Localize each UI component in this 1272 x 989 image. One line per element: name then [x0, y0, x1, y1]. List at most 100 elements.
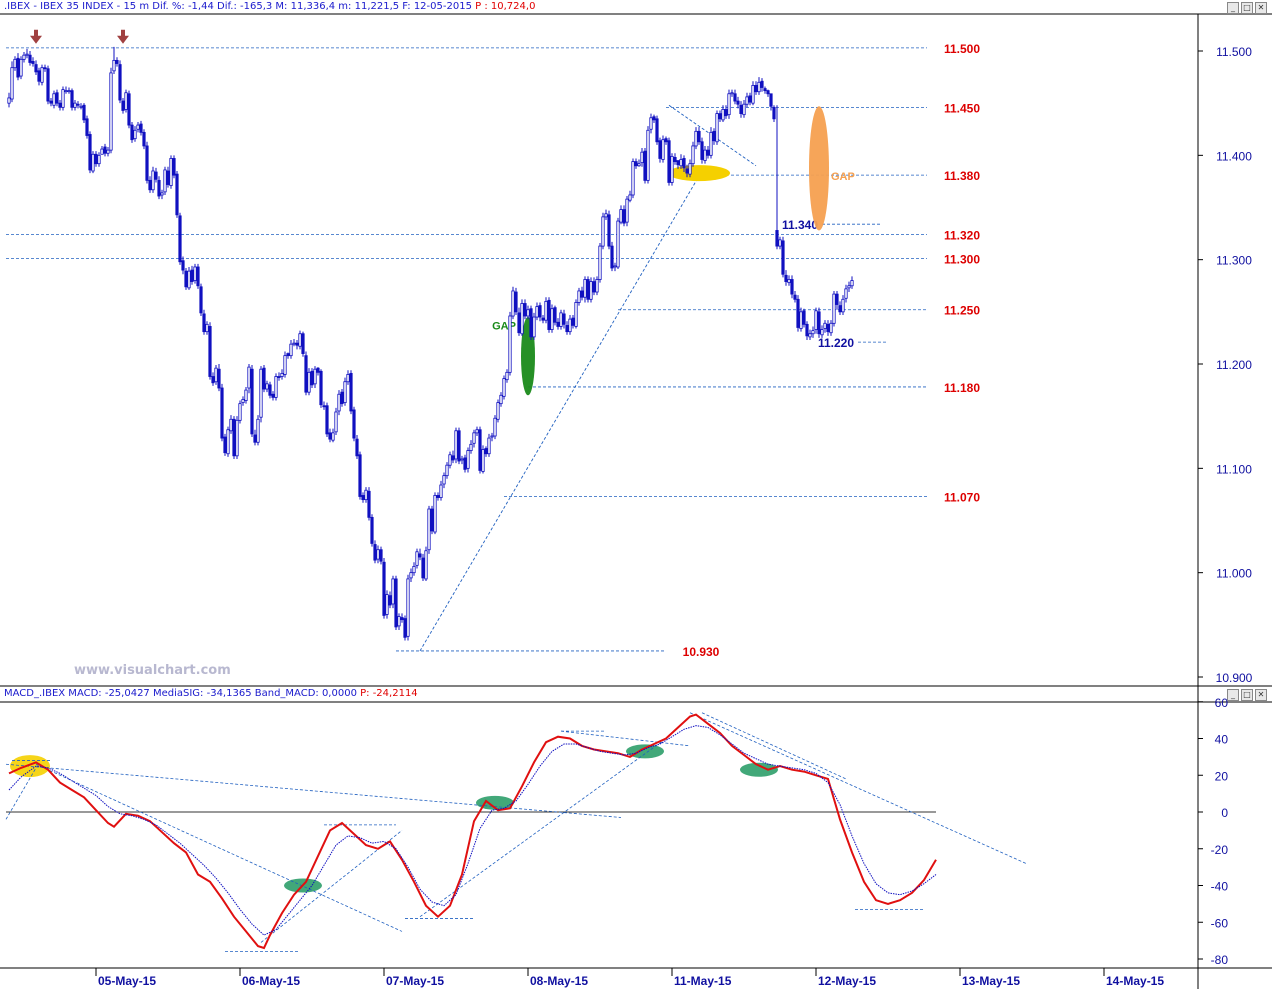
candle-body	[850, 280, 854, 287]
candle-body	[409, 572, 413, 579]
macd-info: MACD_.IBEX MACD: -25,0427 MediaSIG: -34,…	[4, 688, 357, 699]
candle-body	[724, 109, 728, 117]
x-tick-label: 13-May-15	[962, 974, 1020, 988]
candle-body	[265, 383, 269, 390]
candle-body	[406, 578, 410, 637]
candle-body	[442, 475, 446, 485]
minimize-button[interactable]: _	[1227, 2, 1239, 14]
candle-body	[79, 105, 83, 108]
macd-trendline	[689, 712, 1027, 864]
candle-body	[610, 245, 614, 269]
candle-body	[304, 355, 308, 393]
candle-body	[46, 68, 50, 102]
candle-body	[838, 305, 842, 313]
candle-body	[820, 329, 824, 336]
candle-body	[226, 429, 230, 455]
candle-body	[217, 368, 221, 389]
candle-body	[145, 145, 149, 181]
candle-body	[280, 372, 284, 377]
level-label: 11.450	[944, 101, 980, 115]
candle-body	[436, 495, 440, 498]
candle-body	[307, 371, 311, 393]
candle-body	[412, 566, 416, 574]
candle-body	[475, 429, 479, 434]
price-tick-label: 11.100	[1216, 462, 1252, 476]
candle-body	[259, 368, 263, 418]
candle-body	[712, 130, 716, 142]
close-button[interactable]: ✕	[1255, 2, 1267, 14]
candle-body	[160, 192, 164, 196]
candle-body	[460, 458, 464, 461]
candle-body	[487, 437, 491, 455]
candle-body	[271, 393, 275, 398]
candle-body	[361, 495, 365, 501]
macd-tick-label: 0	[1221, 806, 1228, 820]
candle-body	[352, 409, 356, 439]
candle-body	[763, 88, 767, 92]
candle-body	[529, 308, 533, 338]
candle-body	[721, 109, 725, 121]
candle-body	[676, 160, 680, 166]
candle-body	[508, 315, 512, 373]
candle-body	[700, 141, 704, 160]
candle-body	[112, 59, 116, 72]
macd-tick-label: -60	[1211, 916, 1229, 930]
price-trendline	[419, 170, 703, 652]
candle-body	[319, 370, 323, 406]
macd-minimize-button[interactable]: _	[1227, 689, 1239, 701]
candle-body	[655, 118, 659, 143]
candle-body	[223, 436, 227, 454]
candle-body	[754, 85, 758, 93]
candle-body	[85, 118, 89, 136]
candle-body	[697, 130, 701, 143]
macd-maximize-button[interactable]: □	[1241, 689, 1253, 701]
maximize-button[interactable]: □	[1241, 2, 1253, 14]
candle-body	[796, 298, 800, 328]
candle-body	[370, 516, 374, 544]
candle-body	[118, 64, 122, 101]
candle-body	[667, 140, 671, 183]
macd-close-button[interactable]: ✕	[1255, 689, 1267, 701]
candle-body	[184, 270, 188, 288]
candle-body	[40, 67, 44, 83]
macd-tick-label: -20	[1211, 843, 1229, 857]
candle-body	[703, 149, 707, 161]
x-tick-label: 14-May-15	[1106, 974, 1164, 988]
candle-body	[601, 216, 605, 247]
chart-canvas: 11.500 11.400 11.300 11.200 11.100 11.000 10.9…	[0, 13, 1272, 989]
candle-body	[382, 561, 386, 616]
candle-body	[124, 92, 128, 110]
candle-body	[277, 376, 281, 378]
macd-tick-label: -80	[1211, 953, 1229, 967]
candle-body	[619, 209, 623, 223]
candle-body	[568, 318, 572, 333]
candle-body	[751, 85, 755, 104]
candle-body	[82, 104, 86, 121]
candle-body	[715, 113, 719, 143]
candle-body	[799, 311, 803, 329]
candle-body	[574, 302, 578, 327]
candle-body	[625, 198, 629, 223]
candle-body	[802, 310, 806, 325]
level-label: 11.250	[944, 304, 980, 318]
candle-body	[133, 129, 137, 140]
candle-body	[97, 154, 101, 165]
candle-body	[688, 163, 692, 175]
candle-body	[520, 303, 524, 335]
candle-body	[214, 367, 218, 383]
macd-line	[8, 713, 937, 950]
candle-body	[397, 616, 401, 627]
price-window-buttons: _ □ ✕	[1227, 2, 1267, 14]
candle-body	[505, 371, 509, 381]
macd-header: MACD_.IBEX MACD: -25,0427 MediaSIG: -34,…	[4, 688, 418, 699]
candle-body	[25, 53, 29, 56]
candle-body	[772, 106, 776, 120]
candle-body	[268, 384, 272, 396]
macd-tick-label: -40	[1211, 880, 1229, 894]
candle-body	[478, 429, 482, 471]
candle-body	[367, 490, 371, 518]
candle-body	[199, 286, 203, 314]
candle-body	[121, 100, 125, 111]
candle-body	[535, 306, 539, 318]
candle-body	[106, 149, 110, 154]
